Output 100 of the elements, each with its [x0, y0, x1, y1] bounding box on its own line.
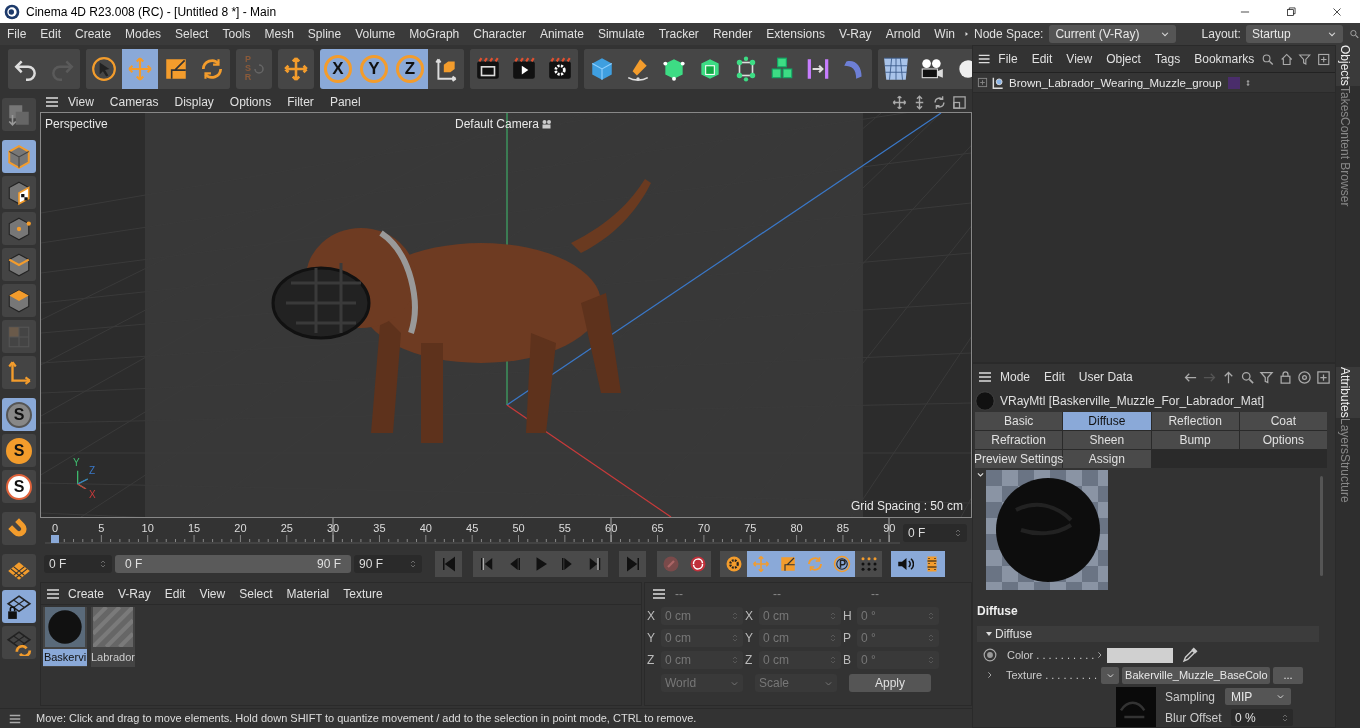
texture-menu-button[interactable] [1101, 666, 1120, 684]
attribute-tab[interactable]: Options [1239, 431, 1327, 449]
tool-button[interactable]: S [2, 398, 36, 431]
blur-offset-field[interactable]: 0 % [1231, 709, 1293, 726]
sampling-dropdown[interactable]: MIP [1225, 688, 1291, 705]
menu-item[interactable]: Simulate [590, 25, 652, 43]
menu-item[interactable]: Panel [321, 93, 369, 111]
menu-icon[interactable] [651, 586, 667, 602]
move-view-icon[interactable] [892, 94, 907, 110]
tool-button[interactable]: S [2, 434, 36, 467]
menu-item[interactable]: V-Ray [831, 25, 879, 43]
menu-item[interactable]: View [1059, 50, 1100, 68]
menu-item[interactable]: View [60, 93, 102, 111]
menu-item[interactable]: Modes [118, 25, 169, 43]
menu-item[interactable]: Edit [157, 584, 193, 603]
menu-item[interactable]: View [192, 584, 233, 603]
dot-grid-button[interactable] [855, 551, 882, 577]
attribute-tab[interactable]: Preview Settings [975, 450, 1063, 468]
menu-item[interactable]: Animate [532, 25, 591, 43]
target-icon[interactable] [1297, 369, 1312, 385]
color-swatch[interactable] [1107, 647, 1174, 663]
menu-item[interactable]: Tracker [651, 25, 706, 43]
toolbar-button[interactable]: Z [392, 48, 428, 89]
attribute-tab[interactable]: Assign [1063, 450, 1151, 468]
menu-item[interactable]: Render [705, 25, 760, 43]
menu-item[interactable]: MoGraph [402, 25, 467, 43]
menu-item[interactable]: User Data [1071, 368, 1140, 386]
side-tab[interactable]: Structure [1336, 453, 1360, 503]
tool-button[interactable] [2, 284, 36, 317]
home-icon[interactable] [1279, 51, 1294, 67]
lock-icon[interactable] [1278, 369, 1293, 385]
frame-range-control[interactable]: 0 F 90 F [115, 555, 351, 573]
side-tab[interactable]: Layers [1336, 417, 1360, 454]
menu-icon[interactable] [44, 94, 60, 110]
menu-item[interactable]: File [0, 25, 34, 43]
attribute-tab[interactable]: Reflection [1151, 412, 1239, 430]
tool-button[interactable] [2, 590, 36, 623]
scrollbar[interactable] [1320, 476, 1323, 576]
rotate-view-icon[interactable] [932, 94, 947, 110]
start-frame-field[interactable]: 0 F [44, 555, 112, 573]
search-icon[interactable] [1240, 369, 1255, 385]
expand-icon[interactable] [977, 77, 988, 88]
menu-item[interactable]: Select [232, 584, 280, 603]
tool-button[interactable]: S [2, 470, 36, 503]
previous-key-button[interactable] [473, 551, 500, 577]
menu-item[interactable]: Texture [336, 584, 390, 603]
filter-icon[interactable] [1298, 51, 1312, 67]
next-key-button[interactable] [581, 551, 608, 577]
search-icon[interactable] [1261, 51, 1275, 67]
material-name[interactable]: Baskervi [42, 649, 88, 666]
maximize-icon[interactable] [1284, 4, 1298, 19]
menu-item[interactable]: Options [221, 93, 280, 111]
menu-item[interactable]: Create [68, 25, 119, 43]
frame-field[interactable]: 0 F [903, 524, 967, 542]
collapse-chevron-icon[interactable] [976, 470, 985, 479]
timeline-ruler[interactable]: 0 5 10 15 20 25 30 35 40 45 50 55 60 65 70 75 80 85 90 [40, 518, 900, 548]
menu-item[interactable]: Extensions [759, 25, 832, 43]
tool-button[interactable] [2, 248, 36, 281]
menu-item[interactable]: Filter [279, 93, 322, 111]
chevron-right-icon[interactable] [986, 670, 994, 680]
menu-item[interactable]: File [991, 50, 1025, 68]
apply-button[interactable]: Apply [849, 674, 931, 692]
attribute-tab[interactable]: Bump [1151, 431, 1239, 449]
gear-button[interactable] [720, 551, 747, 577]
record-button[interactable] [684, 551, 711, 577]
menu-item[interactable]: Bookmarks [1187, 50, 1262, 68]
end-frame-field[interactable]: 90 F [354, 555, 422, 573]
attribute-tab[interactable]: Coat [1239, 412, 1327, 430]
maximize-view-icon[interactable] [952, 94, 967, 110]
menu-item[interactable]: Character [466, 25, 533, 43]
menu-item[interactable]: Mesh [257, 25, 301, 43]
toolbar-button[interactable]: Y [356, 48, 392, 89]
toolbar-button[interactable] [122, 48, 158, 89]
parameter-button[interactable] [828, 551, 855, 577]
menu-item[interactable]: Material [279, 584, 337, 603]
group-header[interactable]: Diffuse [977, 626, 1319, 642]
menu-item[interactable]: Win [927, 25, 962, 43]
menu-item[interactable]: Volume [348, 25, 403, 43]
filter-icon[interactable] [1259, 369, 1274, 385]
menu-item[interactable]: Select [168, 25, 216, 43]
speaker-button[interactable] [891, 551, 918, 577]
side-tab[interactable]: Attributes [1336, 367, 1360, 418]
menu-item[interactable]: V-Ray [111, 584, 158, 603]
attribute-tab[interactable]: Sheen [1063, 431, 1151, 449]
go-to-start-button[interactable] [435, 551, 462, 577]
texture-file-button[interactable]: Bakerville_Muzzle_BaseColo [1122, 666, 1271, 684]
menu-item[interactable]: Tools [215, 25, 258, 43]
tool-button[interactable] [2, 176, 36, 209]
attribute-tab[interactable]: Refraction [975, 431, 1063, 449]
menu-item[interactable]: Arnold [878, 25, 928, 43]
menu-item[interactable]: Edit [33, 25, 69, 43]
side-tab[interactable]: Objects [1336, 45, 1360, 86]
menu-item[interactable]: Display [166, 93, 222, 111]
menu-item[interactable]: Spline [300, 25, 349, 43]
menu-icon[interactable] [977, 369, 993, 385]
menu-item[interactable]: Create [61, 584, 112, 603]
new-window-icon[interactable] [1316, 369, 1331, 385]
menu-item[interactable]: Mode [993, 368, 1038, 386]
side-tab[interactable]: Takes [1336, 85, 1360, 118]
layout-dropdown[interactable]: Startup [1245, 25, 1344, 43]
